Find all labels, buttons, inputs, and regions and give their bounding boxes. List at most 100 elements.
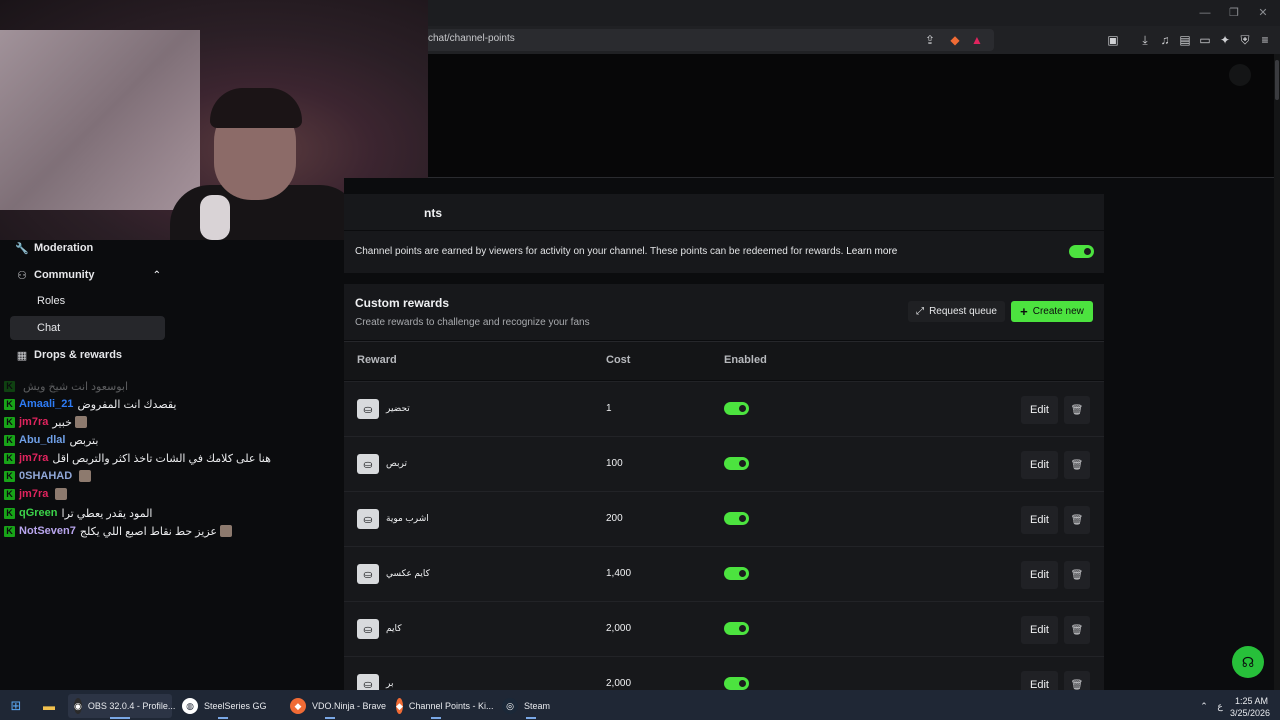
sidebar-item-roles[interactable]: Roles: [10, 289, 165, 313]
brave-icon: ◆: [396, 698, 403, 714]
taskbar-app-label: OBS 32.0.4 - Profile...: [87, 701, 176, 711]
taskbar-app[interactable]: ◉ OBS 32.0.4 - Profile...: [68, 694, 175, 718]
chat-username[interactable]: 0SHAHAD: [19, 470, 72, 482]
scrollbar[interactable]: [1274, 54, 1280, 690]
reward-cost: 2,000: [606, 678, 632, 689]
obs-icon: ◉: [74, 698, 82, 714]
table-row: ⛀ كايم عكسي 1,400 Edit 🗑: [344, 546, 1104, 601]
chat-message: K Amaali_21 يقصدك انت المفروض: [4, 396, 177, 412]
edit-button[interactable]: Edit: [1021, 396, 1058, 424]
reward-name: كايم: [386, 623, 402, 633]
clock-time[interactable]: 1:25 AM: [1226, 696, 1268, 706]
sidebar-item-moderation[interactable]: 🔧 Moderation: [10, 236, 165, 260]
vpn-shield-icon[interactable]: ⛨: [1238, 33, 1252, 47]
kick-badge-icon: K: [4, 488, 15, 500]
sidebar-toggle-icon[interactable]: ▤: [1178, 33, 1192, 47]
url-text[interactable]: chat/channel-points: [428, 33, 515, 44]
chat-text: خبير: [52, 416, 72, 429]
queue-icon: ⤢: [916, 306, 925, 317]
emote-icon: [74, 416, 87, 428]
media-icon[interactable]: ♫: [1158, 33, 1172, 47]
restore-icon[interactable]: ❐: [1225, 6, 1243, 20]
reward-enabled-toggle[interactable]: [724, 677, 749, 690]
brave-rewards-icon[interactable]: ▲: [970, 33, 984, 47]
taskbar-app[interactable]: ◍ SteelSeries GG: [176, 694, 280, 718]
share-icon[interactable]: ⇪: [923, 33, 937, 47]
table-row: ⛀ تحضير 1 Edit 🗑: [344, 381, 1104, 436]
chat-message: K 0SHAHAD: [4, 468, 92, 484]
edit-button[interactable]: Edit: [1021, 451, 1058, 479]
delete-icon[interactable]: 🗑: [1064, 506, 1090, 534]
chat-text: عزيز حط نقاط اصبع اللي يكلج: [79, 525, 217, 538]
chat-username[interactable]: jm7ra: [19, 488, 48, 500]
emote-icon: [55, 488, 68, 500]
channel-points-toggle[interactable]: [1069, 245, 1094, 258]
taskbar-app[interactable]: ◆ Channel Points - Ki...: [390, 694, 493, 718]
delete-icon[interactable]: 🗑: [1064, 616, 1090, 644]
reward-icon: ⛀: [357, 509, 379, 529]
download-icon[interactable]: ⤓: [1138, 33, 1152, 47]
windows-start-icon[interactable]: ⊞: [6, 694, 26, 718]
help-chat-button[interactable]: ☊: [1232, 646, 1264, 678]
delete-icon[interactable]: 🗑: [1064, 451, 1090, 479]
chat-username[interactable]: Abu_dlal: [19, 434, 65, 446]
delete-icon[interactable]: 🗑: [1064, 396, 1090, 424]
language-indicator[interactable]: ع: [1214, 694, 1226, 718]
taskbar-app[interactable]: ◎ Steam: [496, 694, 576, 718]
reward-cost: 100: [606, 458, 623, 469]
chat-username[interactable]: jm7ra: [19, 452, 48, 464]
delete-icon[interactable]: 🗑: [1064, 561, 1090, 589]
chat-message: K Abu_dlal بتربص: [4, 432, 98, 448]
taskbar-app-label: VDO.Ninja - Brave: [311, 701, 386, 711]
edit-button[interactable]: Edit: [1021, 506, 1058, 534]
minimize-icon[interactable]: —: [1196, 6, 1214, 20]
leo-ai-icon[interactable]: ✦: [1218, 33, 1232, 47]
reward-enabled-toggle[interactable]: [724, 567, 749, 580]
kick-badge-icon: K: [4, 398, 15, 410]
chat-text: بتربص: [69, 434, 99, 447]
chat-message: K NotSeven7 عزيز حط نقاط اصبع اللي يكلج: [4, 523, 232, 539]
wallet-icon[interactable]: ▭: [1198, 33, 1212, 47]
sidebar-item-label: Community: [34, 269, 95, 281]
sidebar-item-drops-rewards[interactable]: ▦ Drops & rewards: [10, 343, 165, 367]
close-icon[interactable]: ✕: [1254, 6, 1272, 20]
taskbar-running-indicator: [526, 717, 536, 719]
menu-icon[interactable]: ≡: [1258, 33, 1272, 47]
steelseries-icon: ◍: [182, 698, 198, 714]
file-explorer-icon[interactable]: ▬: [38, 694, 60, 718]
edit-button[interactable]: Edit: [1021, 616, 1058, 644]
chat-username[interactable]: Amaali_21: [19, 398, 73, 410]
reward-name: بر: [386, 678, 394, 688]
chevron-up-icon[interactable]: ⌃: [153, 270, 161, 281]
request-queue-button[interactable]: ⤢ Request queue: [908, 301, 1005, 322]
reward-icon: ⛀: [357, 399, 379, 419]
reward-enabled-toggle[interactable]: [724, 512, 749, 525]
sidebar-item-label: Chat: [37, 322, 61, 334]
chat-message: Kjm7ra خبير: [4, 414, 87, 430]
scrollbar-thumb[interactable]: [1275, 60, 1279, 100]
sidebar-item-label: Drops & rewards: [34, 349, 123, 361]
chat-message: KqGreen المود يقدر يعطي ترا: [4, 505, 153, 521]
avatar[interactable]: [1229, 64, 1251, 86]
create-new-button[interactable]: + Create new: [1011, 301, 1093, 322]
reward-enabled-toggle[interactable]: [724, 457, 749, 470]
chat-username[interactable]: NotSeven7: [19, 525, 76, 537]
screen-cast-icon[interactable]: ▣: [1106, 33, 1120, 47]
edit-button[interactable]: Edit: [1021, 561, 1058, 589]
chat-username[interactable]: jm7ra: [19, 416, 48, 428]
sidebar-item-label: Moderation: [34, 242, 94, 254]
learn-more-link[interactable]: Learn more: [846, 246, 897, 257]
sidebar-item-community[interactable]: ⚇ Community ⌃: [10, 263, 165, 287]
column-reward: Reward: [357, 354, 397, 366]
webcam-microphone: [200, 195, 230, 240]
clock-date[interactable]: 3/25/2026: [1226, 708, 1270, 718]
taskbar-app[interactable]: ◆ VDO.Ninja - Brave: [284, 694, 386, 718]
brave-shield-icon[interactable]: ◆: [948, 33, 962, 47]
reward-enabled-toggle[interactable]: [724, 402, 749, 415]
brave-icon: ◆: [290, 698, 306, 714]
sidebar-item-chat[interactable]: Chat: [10, 316, 165, 340]
reward-enabled-toggle[interactable]: [724, 622, 749, 635]
tray-chevron-icon[interactable]: ⌃: [1198, 694, 1210, 718]
chat-username[interactable]: qGreen: [19, 507, 58, 519]
kick-badge-icon: K: [4, 452, 15, 464]
